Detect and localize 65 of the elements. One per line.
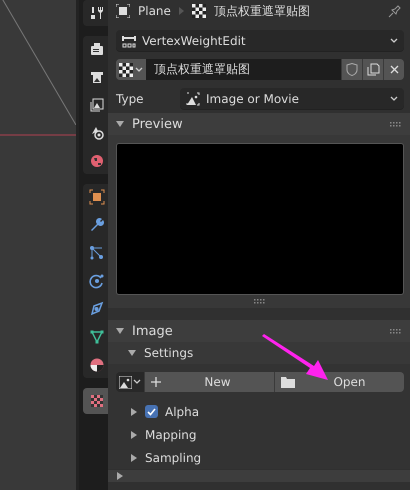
caret-icon: [390, 96, 398, 102]
subpanel-title: Mapping: [145, 428, 196, 442]
image-icon: [119, 376, 132, 388]
panel-header[interactable]: Preview: [108, 113, 410, 135]
plus-icon: [151, 377, 161, 387]
annotation-arrow: [260, 334, 330, 382]
disclosure-triangle-icon[interactable]: [130, 430, 138, 438]
disclosure-triangle-icon[interactable]: [128, 349, 136, 357]
modifier-icon: [122, 34, 136, 48]
checker-icon: [192, 4, 206, 18]
type-dropdown[interactable]: Image or Movie: [180, 88, 404, 109]
breadcrumb-texture: 顶点权重遮罩贴图: [214, 2, 310, 20]
close-icon: [390, 65, 398, 74]
disclosure-triangle-icon[interactable]: [116, 120, 124, 128]
panel-title: Image: [132, 324, 173, 338]
unlink-button[interactable]: [383, 59, 404, 80]
image-browse-button[interactable]: [116, 372, 144, 392]
scene-icon: [89, 125, 105, 141]
pin-icon[interactable]: [388, 4, 402, 18]
resize-grip-icon[interactable]: [254, 299, 266, 304]
globe-icon: [89, 153, 105, 169]
particles-icon: [89, 245, 105, 261]
modifier-dropdown[interactable]: VertexWeightEdit: [116, 30, 404, 51]
tool-icon: [89, 5, 105, 21]
triangle-mesh-icon: [89, 329, 105, 345]
folder-icon: [281, 376, 295, 388]
fake-user-button[interactable]: [341, 59, 362, 80]
checker-icon: [119, 62, 133, 76]
panel-title: Preview: [132, 116, 183, 132]
breadcrumb-object: Plane: [138, 4, 171, 18]
duplicate-button[interactable]: [362, 59, 383, 80]
open-button[interactable]: Open: [274, 372, 404, 392]
duplicate-icon: [366, 63, 380, 76]
grip-icon[interactable]: [390, 122, 402, 126]
disclosure-triangle-icon[interactable]: [130, 454, 138, 462]
object-icon: [89, 189, 105, 205]
type-label: Type: [116, 92, 145, 106]
new-button[interactable]: New: [144, 372, 274, 392]
subpanel-title: Alpha: [165, 404, 200, 418]
caret-icon: [390, 38, 398, 44]
object-icon: [116, 4, 130, 18]
separator-arrow-icon: [178, 7, 184, 15]
wrench-icon: [89, 217, 105, 233]
subpanel-title: Settings: [144, 346, 194, 360]
texture-browse-button[interactable]: [116, 59, 146, 80]
constraint-icon: [89, 301, 105, 317]
image-stack-icon: [89, 97, 105, 113]
printer-icon: [89, 69, 105, 85]
caret-icon: [135, 66, 143, 72]
disclosure-triangle-icon[interactable]: [116, 472, 124, 480]
disclosure-triangle-icon[interactable]: [130, 408, 138, 416]
texture-name-field[interactable]: 顶点权重遮罩贴图: [146, 59, 341, 80]
check-icon: [147, 408, 156, 416]
orbit-icon: [89, 273, 105, 289]
panel-header[interactable]: Image: [108, 320, 410, 342]
caret-icon: [133, 379, 141, 385]
material-sphere-icon: [89, 357, 105, 373]
subpanel-title: Sampling: [145, 450, 202, 464]
disclosure-triangle-icon[interactable]: [116, 327, 124, 335]
checker-icon: [89, 393, 105, 409]
image-icon: [186, 92, 200, 106]
grip-icon[interactable]: [390, 328, 402, 334]
alpha-checkbox[interactable]: [145, 405, 158, 418]
shield-icon: [346, 63, 358, 76]
subpanel-header[interactable]: Settings: [108, 342, 410, 364]
